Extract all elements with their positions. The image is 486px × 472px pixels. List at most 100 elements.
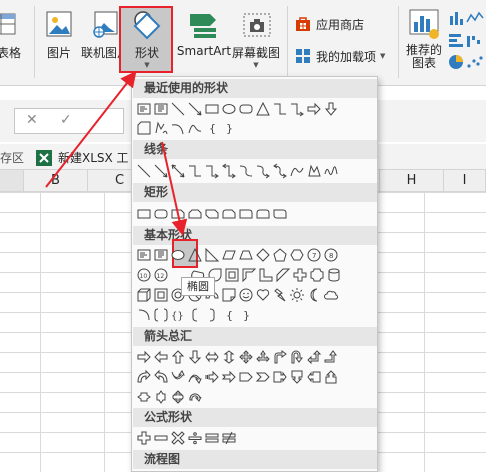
up-arrow-shape-icon[interactable]	[170, 349, 185, 364]
arc-shape-icon[interactable]	[136, 307, 151, 322]
vertical-textbox-shape-icon[interactable]	[153, 247, 168, 262]
circular-arrow-shape-icon[interactable]	[187, 389, 202, 404]
left-right-arrow-callout-shape-icon[interactable]	[136, 389, 151, 404]
file-tab[interactable]: 新建XLSX 工	[36, 149, 129, 166]
smiley-face-shape-icon[interactable]	[238, 287, 253, 302]
curved-down-arrow-shape-icon[interactable]	[187, 369, 202, 384]
tab-fragment-label[interactable]: 存区	[0, 149, 24, 166]
column-chart-icon[interactable]	[448, 10, 464, 29]
up-down-arrow-shape-icon[interactable]	[221, 349, 236, 364]
left-up-arrow-shape-icon[interactable]	[306, 349, 321, 364]
half-frame-shape-icon[interactable]	[241, 267, 256, 282]
right-brace-shape-icon[interactable]: }	[221, 120, 236, 135]
snip-diagonal-rectangle-shape-icon[interactable]	[204, 206, 219, 221]
folded-corner-shape-icon[interactable]	[221, 287, 236, 302]
bar-chart-icon[interactable]	[448, 32, 464, 51]
up-down-arrow-callout-shape-icon[interactable]	[153, 389, 168, 404]
moon-shape-icon[interactable]	[306, 287, 321, 302]
rectangle-shape-icon[interactable]	[136, 206, 151, 221]
quad-arrow-shape-icon[interactable]	[238, 349, 253, 364]
rectangle-shape-icon[interactable]	[204, 101, 219, 116]
curved-up-arrow-shape-icon[interactable]	[170, 369, 185, 384]
down-arrow-shape-icon[interactable]	[323, 101, 338, 116]
left-brace-shape-icon[interactable]: {	[204, 120, 219, 135]
double-brace-shape-icon[interactable]: {}	[170, 307, 185, 322]
waterfall-chart-icon[interactable]	[466, 32, 484, 51]
pentagon-arrow-shape-icon[interactable]	[238, 369, 253, 384]
not-equal-shape-icon[interactable]	[221, 430, 236, 445]
curved-arrow-connector-shape-icon[interactable]	[255, 163, 270, 178]
left-brace-shape-icon[interactable]: {	[221, 307, 236, 322]
curved-left-arrow-shape-icon[interactable]	[153, 369, 168, 384]
octagon-shape-icon[interactable]: 8	[323, 247, 338, 262]
bevel-shape-icon[interactable]	[153, 287, 168, 302]
rounded-rectangle-shape-icon[interactable]	[238, 101, 253, 116]
line-shape-icon[interactable]	[170, 101, 185, 116]
corner-cell[interactable]	[0, 170, 24, 192]
snip-same-side-rectangle-shape-icon[interactable]	[187, 206, 202, 221]
cancel-icon[interactable]: ✕	[26, 112, 38, 128]
store-button[interactable]: 应用商店	[295, 12, 364, 36]
left-arrow-callout-shape-icon[interactable]	[306, 369, 321, 384]
curve-shape-icon[interactable]	[289, 163, 304, 178]
right-triangle-shape-icon[interactable]	[204, 247, 219, 262]
textbox-shape-icon[interactable]	[136, 247, 151, 262]
right-arrow-callout-shape-icon[interactable]	[272, 369, 287, 384]
sun-shape-icon[interactable]	[289, 287, 304, 302]
snip-single-corner-rectangle-shape-icon[interactable]	[170, 206, 185, 221]
cross-shape-icon[interactable]	[292, 267, 307, 282]
pentagon-shape-icon[interactable]	[272, 247, 287, 262]
elbow-connector-shape-icon[interactable]	[272, 101, 287, 116]
l-shape-icon[interactable]	[258, 267, 273, 282]
round-diagonal-rectangle-shape-icon[interactable]	[272, 206, 287, 221]
diamond-shape-icon[interactable]	[255, 247, 270, 262]
triangle-shape-icon[interactable]	[255, 101, 270, 116]
trapezoid-shape-icon[interactable]	[238, 247, 253, 262]
right-arrow-shape-icon[interactable]	[136, 349, 151, 364]
rounded-rectangle-shape-icon[interactable]	[153, 206, 168, 221]
heptagon-shape-icon[interactable]: 7	[306, 247, 321, 262]
arrow-line-shape-icon[interactable]	[187, 101, 202, 116]
snip-round-rectangle-shape-icon[interactable]	[221, 206, 236, 221]
left-right-up-arrow-shape-icon[interactable]	[255, 349, 270, 364]
enter-icon[interactable]: ✓	[60, 112, 72, 128]
line-chart-icon[interactable]	[466, 10, 484, 29]
double-arrow-line-shape-icon[interactable]	[170, 163, 185, 178]
heart-shape-icon[interactable]	[255, 287, 270, 302]
notched-right-arrow-shape-icon[interactable]	[221, 369, 236, 384]
column-header-i[interactable]: I	[444, 170, 486, 192]
chevron-arrow-shape-icon[interactable]	[255, 369, 270, 384]
freeform-shape-icon[interactable]	[153, 120, 168, 135]
arc-shape-icon[interactable]	[170, 120, 185, 135]
textbox-shape-icon[interactable]	[136, 101, 151, 116]
scatter-chart-icon[interactable]	[466, 54, 484, 73]
hexagon-shape-icon[interactable]	[289, 247, 304, 262]
right-brace-shape-icon[interactable]: }	[238, 307, 253, 322]
right-arrow-shape-icon[interactable]	[306, 101, 321, 116]
line-shape-icon[interactable]	[136, 163, 151, 178]
arrow-line-shape-icon[interactable]	[153, 163, 168, 178]
picture-button[interactable]: 图片	[42, 6, 76, 76]
round-single-corner-rectangle-shape-icon[interactable]	[238, 206, 253, 221]
column-header-h[interactable]: H	[380, 170, 444, 192]
freeform-shape-icon[interactable]	[306, 163, 321, 178]
equal-shape-icon[interactable]	[204, 430, 219, 445]
double-bracket-shape-icon[interactable]	[153, 307, 168, 322]
recommended-charts-button[interactable]: 推荐的 图表	[402, 6, 446, 76]
down-arrow-callout-shape-icon[interactable]	[289, 369, 304, 384]
diagonal-stripe-shape-icon[interactable]	[275, 267, 290, 282]
lightning-bolt-shape-icon[interactable]	[272, 287, 287, 302]
left-arrow-shape-icon[interactable]	[153, 349, 168, 364]
dodecagon-shape-icon[interactable]: 12	[153, 267, 168, 282]
minus-shape-icon[interactable]	[153, 430, 168, 445]
divide-shape-icon[interactable]	[187, 430, 202, 445]
table-button[interactable]: 表格	[0, 6, 24, 76]
snip-rectangle-shape-icon[interactable]	[136, 120, 151, 135]
round-same-side-rectangle-shape-icon[interactable]	[255, 206, 270, 221]
curved-double-arrow-connector-shape-icon[interactable]	[272, 163, 287, 178]
down-arrow-shape-icon[interactable]	[187, 349, 202, 364]
cube-shape-icon[interactable]	[136, 287, 151, 302]
my-addins-button[interactable]: 我的加载项 ▼	[295, 44, 385, 68]
up-arrow-callout-shape-icon[interactable]	[323, 369, 338, 384]
plaque-shape-icon[interactable]	[309, 267, 324, 282]
